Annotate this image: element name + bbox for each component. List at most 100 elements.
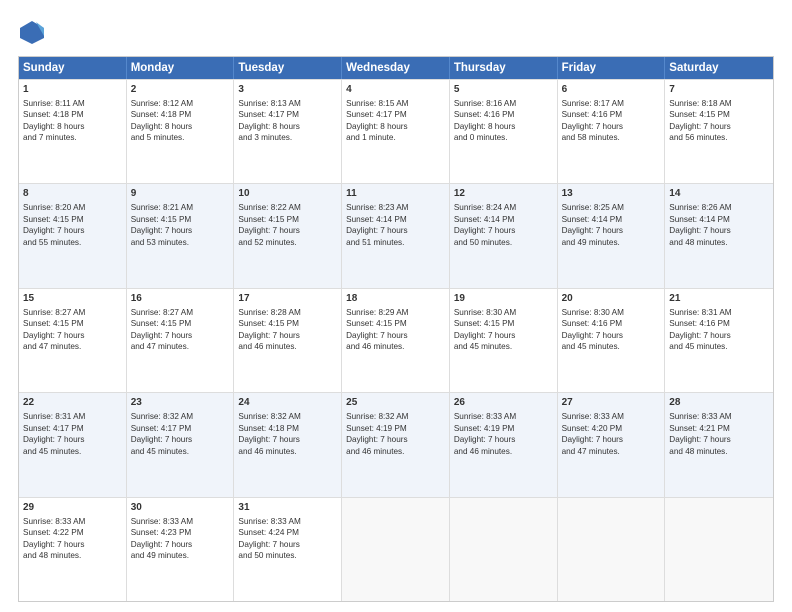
calendar-header: SundayMondayTuesdayWednesdayThursdayFrid…	[19, 57, 773, 79]
day-info-line-1: Sunrise: 8:33 AM	[454, 411, 553, 422]
day-info-line-2: Sunset: 4:18 PM	[23, 109, 122, 120]
day-info-line-3: Daylight: 7 hours	[131, 225, 230, 236]
day-number: 23	[131, 396, 230, 410]
weekday-header-sunday: Sunday	[19, 57, 127, 79]
day-info-line-3: Daylight: 8 hours	[454, 121, 553, 132]
day-info-line-4: and 49 minutes.	[131, 550, 230, 561]
day-info-line-3: Daylight: 8 hours	[238, 121, 337, 132]
day-info-line-4: and 0 minutes.	[454, 132, 553, 143]
day-info-line-1: Sunrise: 8:31 AM	[23, 411, 122, 422]
day-info-line-4: and 47 minutes.	[131, 341, 230, 352]
day-info-line-1: Sunrise: 8:29 AM	[346, 307, 445, 318]
calendar-row-4: 22Sunrise: 8:31 AMSunset: 4:17 PMDayligh…	[19, 392, 773, 496]
day-info-line-3: Daylight: 7 hours	[562, 330, 661, 341]
day-info-line-4: and 52 minutes.	[238, 237, 337, 248]
day-info-line-4: and 48 minutes.	[669, 237, 769, 248]
calendar-row-2: 8Sunrise: 8:20 AMSunset: 4:15 PMDaylight…	[19, 183, 773, 287]
day-number: 17	[238, 292, 337, 306]
day-info-line-3: Daylight: 7 hours	[454, 434, 553, 445]
day-info-line-2: Sunset: 4:20 PM	[562, 423, 661, 434]
day-info-line-4: and 55 minutes.	[23, 237, 122, 248]
calendar-cell-empty	[665, 498, 773, 601]
day-info-line-2: Sunset: 4:15 PM	[238, 214, 337, 225]
day-number: 4	[346, 83, 445, 97]
day-number: 31	[238, 501, 337, 515]
day-info-line-3: Daylight: 7 hours	[131, 330, 230, 341]
day-info-line-3: Daylight: 7 hours	[669, 330, 769, 341]
day-info-line-1: Sunrise: 8:25 AM	[562, 202, 661, 213]
day-info-line-3: Daylight: 7 hours	[669, 225, 769, 236]
calendar-cell-day-8: 8Sunrise: 8:20 AMSunset: 4:15 PMDaylight…	[19, 184, 127, 287]
day-number: 18	[346, 292, 445, 306]
day-number: 9	[131, 187, 230, 201]
day-info-line-4: and 50 minutes.	[454, 237, 553, 248]
day-info-line-2: Sunset: 4:15 PM	[346, 318, 445, 329]
logo-icon	[18, 18, 46, 46]
day-info-line-2: Sunset: 4:14 PM	[669, 214, 769, 225]
day-info-line-1: Sunrise: 8:11 AM	[23, 98, 122, 109]
day-info-line-4: and 58 minutes.	[562, 132, 661, 143]
day-number: 11	[346, 187, 445, 201]
calendar-cell-day-19: 19Sunrise: 8:30 AMSunset: 4:15 PMDayligh…	[450, 289, 558, 392]
calendar-cell-day-26: 26Sunrise: 8:33 AMSunset: 4:19 PMDayligh…	[450, 393, 558, 496]
day-info-line-3: Daylight: 7 hours	[454, 225, 553, 236]
day-number: 28	[669, 396, 769, 410]
weekday-header-thursday: Thursday	[450, 57, 558, 79]
day-info-line-1: Sunrise: 8:33 AM	[238, 516, 337, 527]
day-number: 14	[669, 187, 769, 201]
day-info-line-2: Sunset: 4:15 PM	[131, 318, 230, 329]
calendar-cell-day-14: 14Sunrise: 8:26 AMSunset: 4:14 PMDayligh…	[665, 184, 773, 287]
day-info-line-1: Sunrise: 8:13 AM	[238, 98, 337, 109]
calendar-body: 1Sunrise: 8:11 AMSunset: 4:18 PMDaylight…	[19, 79, 773, 601]
calendar-cell-day-13: 13Sunrise: 8:25 AMSunset: 4:14 PMDayligh…	[558, 184, 666, 287]
day-info-line-3: Daylight: 7 hours	[562, 434, 661, 445]
day-info-line-3: Daylight: 7 hours	[23, 434, 122, 445]
day-info-line-1: Sunrise: 8:21 AM	[131, 202, 230, 213]
day-number: 21	[669, 292, 769, 306]
day-number: 16	[131, 292, 230, 306]
day-info-line-1: Sunrise: 8:17 AM	[562, 98, 661, 109]
calendar-cell-day-11: 11Sunrise: 8:23 AMSunset: 4:14 PMDayligh…	[342, 184, 450, 287]
day-info-line-4: and 53 minutes.	[131, 237, 230, 248]
day-info-line-1: Sunrise: 8:32 AM	[131, 411, 230, 422]
calendar-cell-day-1: 1Sunrise: 8:11 AMSunset: 4:18 PMDaylight…	[19, 80, 127, 183]
day-number: 2	[131, 83, 230, 97]
day-info-line-1: Sunrise: 8:31 AM	[669, 307, 769, 318]
day-info-line-1: Sunrise: 8:24 AM	[454, 202, 553, 213]
calendar-cell-day-3: 3Sunrise: 8:13 AMSunset: 4:17 PMDaylight…	[234, 80, 342, 183]
day-info-line-4: and 48 minutes.	[23, 550, 122, 561]
day-info-line-3: Daylight: 7 hours	[23, 225, 122, 236]
calendar-cell-day-20: 20Sunrise: 8:30 AMSunset: 4:16 PMDayligh…	[558, 289, 666, 392]
day-info-line-1: Sunrise: 8:22 AM	[238, 202, 337, 213]
day-info-line-2: Sunset: 4:17 PM	[346, 109, 445, 120]
day-info-line-2: Sunset: 4:14 PM	[562, 214, 661, 225]
day-info-line-4: and 48 minutes.	[669, 446, 769, 457]
day-info-line-3: Daylight: 7 hours	[669, 121, 769, 132]
calendar-cell-day-18: 18Sunrise: 8:29 AMSunset: 4:15 PMDayligh…	[342, 289, 450, 392]
day-info-line-3: Daylight: 8 hours	[346, 121, 445, 132]
calendar-cell-empty	[450, 498, 558, 601]
day-info-line-2: Sunset: 4:16 PM	[562, 318, 661, 329]
day-info-line-4: and 3 minutes.	[238, 132, 337, 143]
day-number: 3	[238, 83, 337, 97]
day-info-line-2: Sunset: 4:16 PM	[669, 318, 769, 329]
day-info-line-4: and 45 minutes.	[454, 341, 553, 352]
day-info-line-3: Daylight: 7 hours	[238, 434, 337, 445]
day-info-line-1: Sunrise: 8:12 AM	[131, 98, 230, 109]
day-info-line-2: Sunset: 4:17 PM	[238, 109, 337, 120]
day-number: 30	[131, 501, 230, 515]
day-info-line-2: Sunset: 4:23 PM	[131, 527, 230, 538]
calendar-cell-day-28: 28Sunrise: 8:33 AMSunset: 4:21 PMDayligh…	[665, 393, 773, 496]
weekday-header-wednesday: Wednesday	[342, 57, 450, 79]
day-info-line-4: and 1 minute.	[346, 132, 445, 143]
day-info-line-4: and 45 minutes.	[669, 341, 769, 352]
day-info-line-3: Daylight: 7 hours	[131, 434, 230, 445]
calendar-row-1: 1Sunrise: 8:11 AMSunset: 4:18 PMDaylight…	[19, 79, 773, 183]
day-number: 10	[238, 187, 337, 201]
day-info-line-1: Sunrise: 8:30 AM	[454, 307, 553, 318]
day-info-line-3: Daylight: 7 hours	[131, 539, 230, 550]
calendar-cell-day-12: 12Sunrise: 8:24 AMSunset: 4:14 PMDayligh…	[450, 184, 558, 287]
day-info-line-1: Sunrise: 8:16 AM	[454, 98, 553, 109]
day-info-line-4: and 46 minutes.	[346, 446, 445, 457]
day-info-line-4: and 45 minutes.	[131, 446, 230, 457]
